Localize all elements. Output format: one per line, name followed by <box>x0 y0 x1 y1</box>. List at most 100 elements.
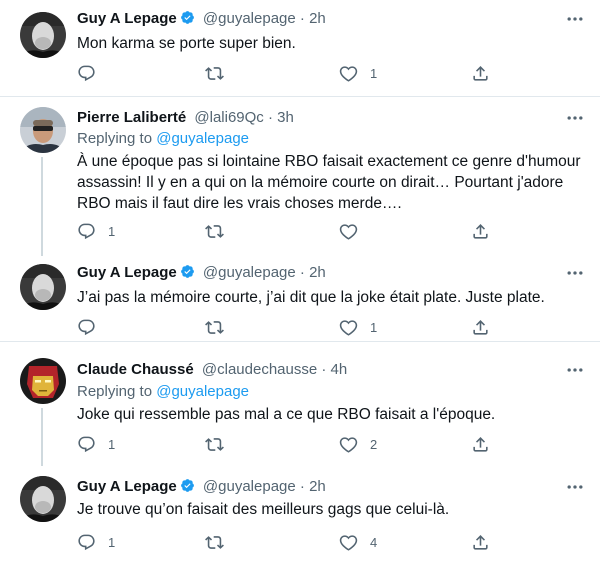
avatar[interactable] <box>20 12 66 58</box>
tweet-actions: 1 <box>77 221 497 241</box>
tweet-actions: 1 2 <box>77 434 497 454</box>
replying-to: Replying to @guyalepage <box>77 129 249 149</box>
share-button[interactable] <box>471 221 490 241</box>
more-options-icon[interactable] <box>564 263 586 283</box>
tweet[interactable]: Guy A Lepage @guyalepage · 2h J’ai pas l… <box>0 256 600 342</box>
verified-badge-icon <box>180 265 194 278</box>
reply-icon <box>78 223 95 239</box>
like-icon <box>339 65 358 82</box>
reply-button[interactable]: 1 <box>77 532 115 552</box>
timestamp[interactable]: 4h <box>331 361 348 378</box>
reply-icon <box>78 534 95 550</box>
separator-dot: · <box>267 109 273 126</box>
retweet-icon <box>205 66 224 80</box>
thread-line <box>41 157 43 256</box>
like-button[interactable]: 1 <box>339 317 377 337</box>
retweet-icon <box>205 320 224 334</box>
author-name[interactable]: Guy A Lepage <box>77 478 177 495</box>
share-icon <box>473 534 488 550</box>
like-icon <box>339 534 358 551</box>
like-icon <box>339 319 358 336</box>
reply-count: 1 <box>108 436 116 452</box>
verified-badge-icon <box>180 479 194 492</box>
retweet-button[interactable] <box>205 532 236 552</box>
share-button[interactable] <box>471 317 490 337</box>
reply-button[interactable]: 1 <box>77 434 115 454</box>
replying-label: Replying to <box>77 130 157 147</box>
more-options-icon[interactable] <box>564 9 586 29</box>
tweet[interactable]: Guy A Lepage @guyalepage · 2h Je trouve … <box>0 466 600 566</box>
share-icon <box>473 319 488 335</box>
tweet-header: Guy A Lepage @guyalepage · 2h <box>77 477 326 497</box>
reply-count: 1 <box>108 223 116 239</box>
more-options-icon[interactable] <box>564 108 586 128</box>
separator-dot: · <box>299 10 305 27</box>
like-count: 1 <box>370 65 378 81</box>
share-button[interactable] <box>471 434 490 454</box>
like-button[interactable]: 1 <box>339 63 377 83</box>
author-name[interactable]: Claude Chaussé <box>77 361 194 378</box>
like-button[interactable]: 2 <box>339 434 377 454</box>
avatar[interactable] <box>20 107 66 153</box>
tweet-header: Guy A Lepage @guyalepage · 2h <box>77 9 326 29</box>
timestamp[interactable]: 2h <box>309 478 326 495</box>
author-handle[interactable]: @guyalepage <box>203 10 296 27</box>
separator-dot: · <box>299 478 305 495</box>
more-options-icon[interactable] <box>564 477 586 497</box>
verified-badge-icon <box>180 11 194 24</box>
tweet[interactable]: Guy A Lepage @guyalepage · 2h Mon karma … <box>0 0 600 97</box>
tweet-text: À une époque pas si lointaine RBO faisai… <box>77 153 581 212</box>
tweet-text: Je trouve qu’on faisait des meilleurs ga… <box>77 501 450 518</box>
tweet-header: Pierre Laliberté @lali69Qc · 3h <box>77 108 294 128</box>
author-name[interactable]: Guy A Lepage <box>77 10 177 27</box>
replying-to-link[interactable]: @guyalepage <box>156 130 249 147</box>
author-handle[interactable]: @guyalepage <box>203 264 296 281</box>
tweet-actions: 1 <box>77 317 497 337</box>
avatar[interactable] <box>20 358 66 404</box>
tweet-text: Mon karma se porte super bien. <box>77 35 296 52</box>
like-button[interactable] <box>339 221 370 241</box>
author-name[interactable]: Guy A Lepage <box>77 264 177 281</box>
replying-to-link[interactable]: @guyalepage <box>156 383 249 400</box>
separator-dot: · <box>321 361 327 378</box>
retweet-button[interactable] <box>205 434 236 454</box>
reply-button[interactable] <box>77 317 108 337</box>
tweet-text: Joke qui ressemble pas mal a ce que RBO … <box>77 406 496 423</box>
tweet[interactable]: Pierre Laliberté @lali69Qc · 3h Replying… <box>0 97 600 256</box>
tweet-actions: 1 <box>77 63 497 83</box>
reply-icon <box>78 319 95 335</box>
share-icon <box>473 436 488 452</box>
author-handle[interactable]: @claudechausse <box>202 361 317 378</box>
retweet-button[interactable] <box>205 63 236 83</box>
retweet-button[interactable] <box>205 317 236 337</box>
share-button[interactable] <box>471 532 490 552</box>
avatar[interactable] <box>20 264 66 310</box>
more-options-icon[interactable] <box>564 360 586 380</box>
timestamp[interactable]: 2h <box>309 10 326 27</box>
retweet-icon <box>205 224 224 238</box>
author-handle[interactable]: @lali69Qc <box>194 109 263 126</box>
reply-button[interactable] <box>77 63 108 83</box>
reply-button[interactable]: 1 <box>77 221 115 241</box>
share-button[interactable] <box>471 63 490 83</box>
like-icon <box>339 223 358 240</box>
replying-label: Replying to <box>77 383 157 400</box>
timestamp[interactable]: 3h <box>277 109 294 126</box>
author-handle[interactable]: @guyalepage <box>203 478 296 495</box>
tweet[interactable]: Claude Chaussé @claudechausse · 4h Reply… <box>0 342 600 466</box>
author-name[interactable]: Pierre Laliberté <box>77 109 186 126</box>
timestamp[interactable]: 2h <box>309 264 326 281</box>
separator-dot: · <box>299 264 305 281</box>
like-button[interactable]: 4 <box>339 532 377 552</box>
like-count: 2 <box>370 436 378 452</box>
tweet-actions: 1 4 <box>77 532 497 552</box>
tweet-header: Guy A Lepage @guyalepage · 2h <box>77 263 326 283</box>
like-icon <box>339 436 358 453</box>
share-icon <box>473 223 488 239</box>
tweet-header: Claude Chaussé @claudechausse · 4h <box>77 360 347 380</box>
reply-icon <box>78 436 95 452</box>
avatar[interactable] <box>20 476 66 522</box>
reply-count: 1 <box>108 534 116 550</box>
retweet-button[interactable] <box>205 221 236 241</box>
tweet-thread: Guy A Lepage @guyalepage · 2h Mon karma … <box>0 0 600 566</box>
